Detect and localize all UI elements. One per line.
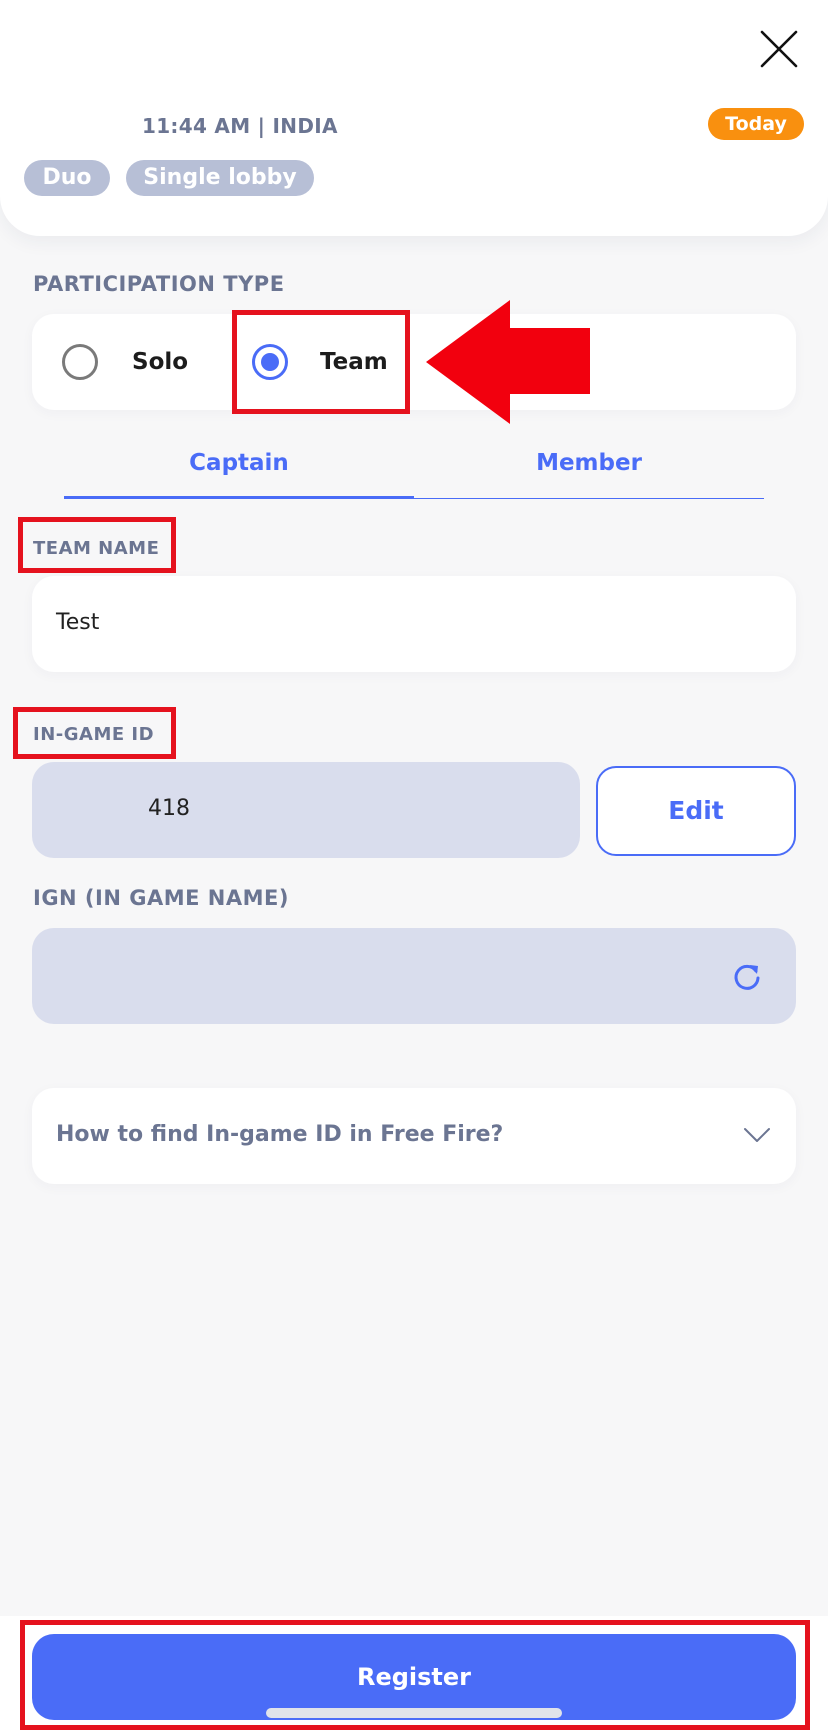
tag-duo: Duo — [24, 160, 110, 196]
radio-solo[interactable]: Solo — [62, 314, 188, 410]
role-tabs: Captain Member — [64, 446, 764, 500]
in-game-id-value: 418 — [148, 796, 190, 821]
highlight-box-team-name — [18, 517, 176, 573]
highlight-box-team — [232, 310, 410, 414]
close-icon[interactable] — [756, 26, 802, 72]
radio-solo-circle[interactable] — [62, 344, 98, 380]
tab-active-indicator — [64, 496, 414, 499]
event-header: 11:44 AM | INDIA Today Duo Single lobby — [0, 0, 828, 236]
registration-screen: 11:44 AM | INDIA Today Duo Single lobby … — [0, 0, 828, 1734]
tab-captain[interactable]: Captain — [64, 446, 414, 498]
chevron-down-icon[interactable] — [742, 1124, 772, 1146]
event-time: 11:44 AM | INDIA — [142, 114, 338, 138]
participation-type-label: PARTICIPATION TYPE — [33, 272, 285, 296]
highlight-box-in-game-id — [13, 707, 176, 759]
in-game-id-input[interactable]: 418 — [32, 762, 580, 858]
participation-type-selector: Solo Team — [32, 314, 796, 410]
faq-accordion[interactable]: How to find In-game ID in Free Fire? — [32, 1088, 796, 1184]
today-badge: Today — [708, 108, 804, 140]
arrow-left-icon — [426, 300, 590, 424]
team-name-value: Test — [56, 610, 100, 635]
tab-member[interactable]: Member — [414, 446, 764, 498]
radio-solo-label: Solo — [132, 349, 189, 375]
edit-button[interactable]: Edit — [596, 766, 796, 856]
tag-single-lobby: Single lobby — [126, 160, 314, 196]
team-name-input[interactable]: Test — [32, 576, 796, 672]
home-indicator — [266, 1708, 562, 1718]
ign-input[interactable] — [32, 928, 796, 1024]
refresh-icon[interactable] — [732, 962, 762, 992]
faq-question: How to find In-game ID in Free Fire? — [56, 1122, 504, 1147]
ign-label: IGN (IN GAME NAME) — [33, 886, 289, 910]
